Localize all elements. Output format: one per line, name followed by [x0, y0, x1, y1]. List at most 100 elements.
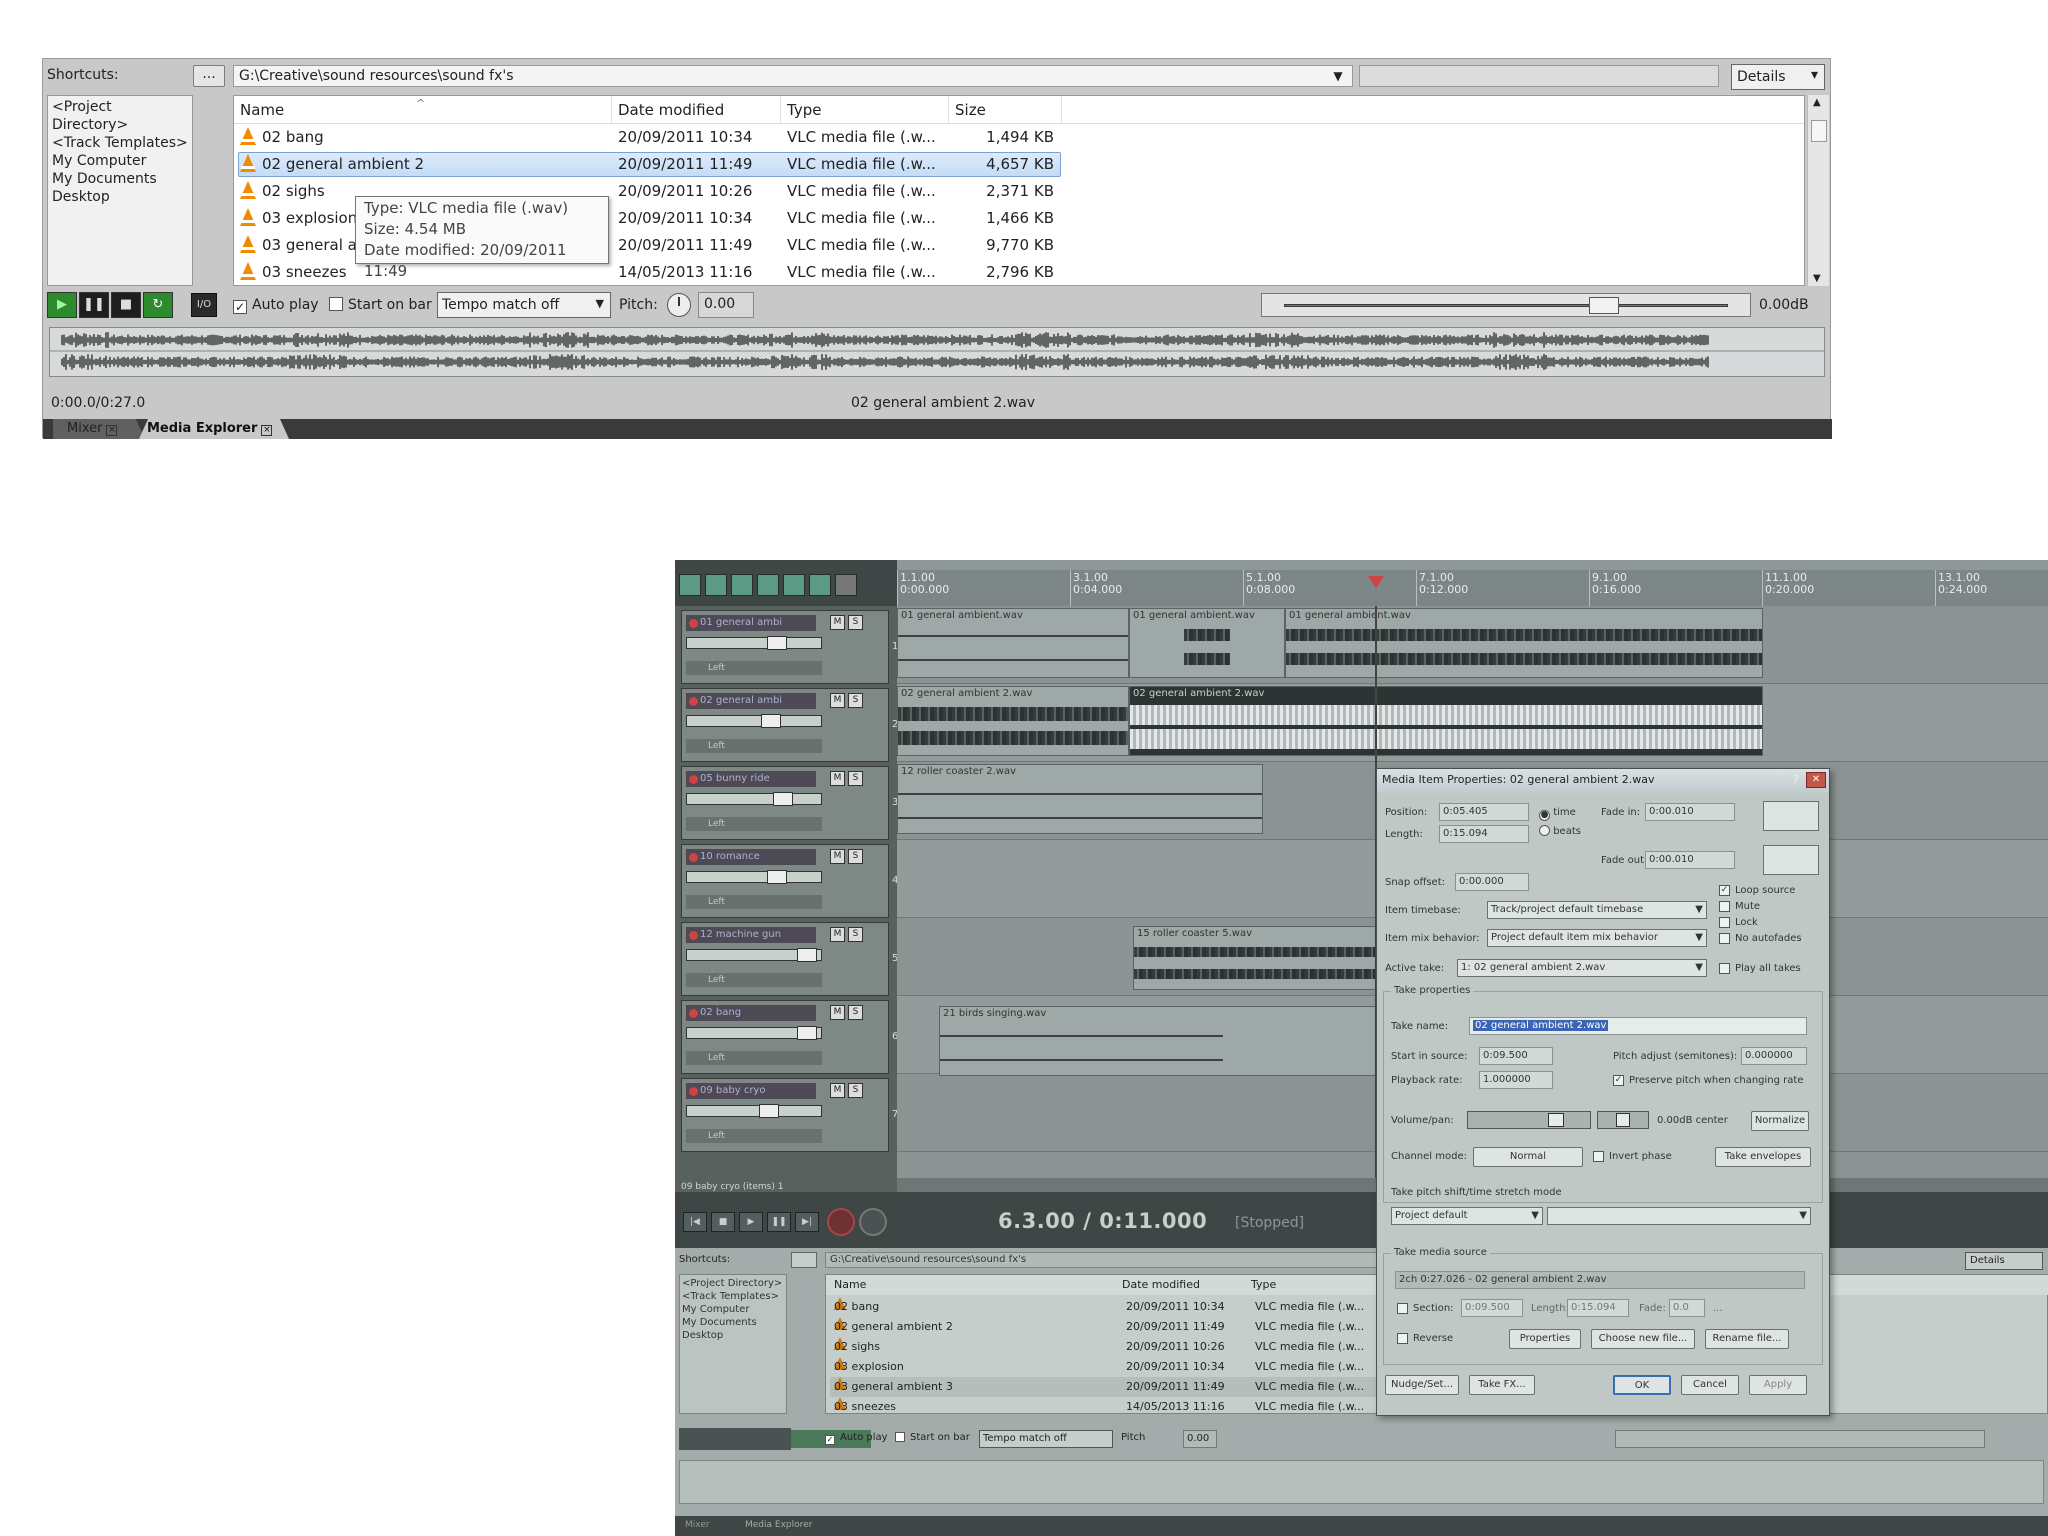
solo-button[interactable]: S — [848, 849, 863, 864]
transport-buttons[interactable] — [679, 1428, 791, 1450]
fader-handle[interactable] — [797, 948, 817, 962]
file-row[interactable]: 02 general ambient 2 20/09/2011 11:49 VLC … — [830, 1317, 1430, 1337]
track-name[interactable]: 10 romance — [686, 849, 816, 865]
tab-media-explorer[interactable]: Media Explorer — [745, 1520, 812, 1530]
position-field[interactable]: 0:05.405 — [1439, 803, 1529, 821]
shortcut-my-documents[interactable]: My Documents — [52, 170, 188, 188]
file-row-selected[interactable]: 02 general ambient 2 20/09/2011 11:49 VLC … — [234, 151, 1804, 178]
file-row[interactable]: 02 bang 20/09/2011 10:34 VLC media file (.… — [830, 1297, 1430, 1317]
media-item-selected[interactable]: 02 general ambient 2.wav — [1129, 686, 1763, 756]
media-item[interactable]: 01 general ambient.wav — [897, 608, 1129, 678]
playhead-marker-icon[interactable] — [1368, 576, 1384, 588]
track-pan[interactable]: Left — [686, 661, 822, 675]
loop-button[interactable]: ↻ — [143, 292, 173, 318]
browse-button[interactable] — [791, 1252, 817, 1268]
preserve-pitch-checkbox[interactable]: ✓ — [1613, 1075, 1624, 1086]
take-pan-slider[interactable] — [1597, 1111, 1649, 1129]
start-in-source-field[interactable]: 0:09.500 — [1479, 1047, 1553, 1065]
file-row[interactable]: 02 sighs 20/09/2011 10:26 VLC media file (… — [830, 1337, 1430, 1357]
column-header-name[interactable]: Name — [834, 1275, 866, 1295]
record-arm-icon[interactable] — [689, 619, 698, 628]
track-header[interactable]: 01 general ambi M S Left 1 — [681, 610, 898, 684]
solo-button[interactable]: S — [848, 615, 863, 630]
mute-button[interactable]: M — [830, 1083, 845, 1098]
column-header-name[interactable]: Name ^ — [234, 96, 612, 124]
invert-phase-checkbox[interactable] — [1593, 1151, 1604, 1162]
track-volume-fader[interactable] — [686, 636, 822, 650]
stop-button[interactable]: ■ — [111, 292, 141, 318]
apply-button[interactable]: Apply — [1749, 1375, 1807, 1395]
track-volume-fader[interactable] — [686, 714, 822, 728]
fader-handle[interactable] — [759, 1104, 779, 1118]
path-field[interactable]: G:\Creative\sound resources\sound fx's — [233, 65, 1353, 87]
no-autofades-checkbox[interactable] — [1719, 933, 1730, 944]
mute-button[interactable]: M — [830, 927, 845, 942]
track-pan[interactable]: Left — [686, 817, 822, 831]
track-volume-fader[interactable] — [686, 1104, 822, 1118]
shortcut-my-computer[interactable]: My Computer — [52, 152, 188, 170]
take-name-field[interactable]: 02 general ambient 2.wav — [1469, 1017, 1807, 1035]
toolbar-icon[interactable] — [757, 574, 779, 596]
help-icon[interactable]: ? — [1793, 773, 1799, 786]
track-pan[interactable]: Left — [686, 895, 822, 909]
tempo-match-select[interactable]: Tempo match off — [979, 1430, 1113, 1448]
channel-mode-button[interactable]: Normal — [1473, 1147, 1583, 1167]
fader-handle[interactable] — [767, 636, 787, 650]
fader-handle[interactable] — [773, 792, 793, 806]
fade-out-field[interactable]: 0:00.010 — [1645, 851, 1735, 869]
track-volume-fader[interactable] — [686, 1026, 822, 1040]
close-icon[interactable]: ✕ — [1806, 772, 1826, 788]
pitch-adjust-field[interactable]: 0.000000 — [1741, 1047, 1807, 1065]
media-item[interactable]: 21 birds singing.wav — [939, 1006, 1413, 1076]
pitch-field[interactable]: 0.00 — [698, 292, 754, 318]
fade-in-shape-icon[interactable] — [1763, 801, 1819, 831]
column-header-date[interactable]: Date modified — [1122, 1275, 1200, 1295]
start-on-bar-checkbox[interactable]: Start on bar — [329, 297, 432, 313]
track-header[interactable]: 10 romance M S Left 4 — [681, 844, 898, 918]
record-arm-icon[interactable] — [689, 697, 698, 706]
waveform-preview[interactable] — [679, 1460, 2044, 1504]
mute-button[interactable]: M — [830, 615, 845, 630]
mute-button[interactable]: M — [830, 693, 845, 708]
section-more-button[interactable]: ... — [1713, 1303, 1723, 1314]
column-header-size[interactable]: Size — [949, 96, 1062, 124]
chevron-down-icon[interactable]: ▼ — [1325, 65, 1351, 87]
volume-slider-handle[interactable] — [1589, 297, 1619, 314]
record-arm-icon[interactable] — [689, 931, 698, 940]
scroll-down-icon[interactable]: ▼ — [1813, 273, 1821, 284]
properties-button[interactable]: Properties — [1509, 1329, 1581, 1349]
pitch-knob[interactable] — [667, 293, 691, 317]
shortcut-item[interactable]: <Track Templates> — [682, 1290, 784, 1303]
file-row[interactable]: 03 general ambient 3 20/09/2011 11:49 VLC … — [830, 1377, 1430, 1397]
length-field[interactable]: 0:15.094 — [1439, 825, 1529, 843]
close-icon[interactable]: × — [106, 425, 118, 436]
repeat-button[interactable] — [859, 1208, 887, 1236]
io-button[interactable]: I/O — [191, 293, 217, 317]
shortcut-track-templates[interactable]: <Track Templates> — [52, 134, 188, 152]
start-on-bar-checkbox[interactable]: Start on bar — [895, 1432, 970, 1443]
toolbar-icon[interactable] — [679, 574, 701, 596]
shortcut-item[interactable]: Desktop — [682, 1329, 784, 1342]
choose-new-file-button[interactable]: Choose new file... — [1591, 1329, 1695, 1349]
media-item[interactable]: 02 general ambient 2.wav — [897, 686, 1129, 756]
close-icon[interactable]: × — [261, 425, 273, 436]
shortcut-item[interactable]: My Documents — [682, 1316, 784, 1329]
tab-mixer[interactable]: Mixer × — [53, 419, 145, 439]
track-volume-fader[interactable] — [686, 792, 822, 806]
view-mode-select[interactable]: Details ▾ — [1731, 64, 1825, 90]
record-button[interactable] — [827, 1208, 855, 1236]
stretch-submode-select[interactable]: ▼ — [1547, 1207, 1811, 1225]
volume-slider[interactable] — [1261, 293, 1751, 317]
cancel-button[interactable]: Cancel — [1681, 1375, 1739, 1395]
track-header[interactable]: 05 bunny ride M S Left 3 — [681, 766, 898, 840]
rename-file-button[interactable]: Rename file... — [1705, 1329, 1789, 1349]
time-radio[interactable]: ● time — [1539, 807, 1576, 821]
fade-in-field[interactable]: 0:00.010 — [1645, 803, 1735, 821]
track-name[interactable]: 05 bunny ride — [686, 771, 816, 787]
file-row[interactable]: 03 explosion 20/09/2011 10:34 VLC media fi… — [830, 1357, 1430, 1377]
track-pan[interactable]: Left — [686, 739, 822, 753]
active-take-select[interactable]: 1: 02 general ambient 2.wav ▼ — [1457, 959, 1707, 977]
fader-handle[interactable] — [761, 714, 781, 728]
normalize-button[interactable]: Normalize — [1751, 1111, 1809, 1131]
tab-mixer[interactable]: Mixer — [685, 1520, 710, 1530]
